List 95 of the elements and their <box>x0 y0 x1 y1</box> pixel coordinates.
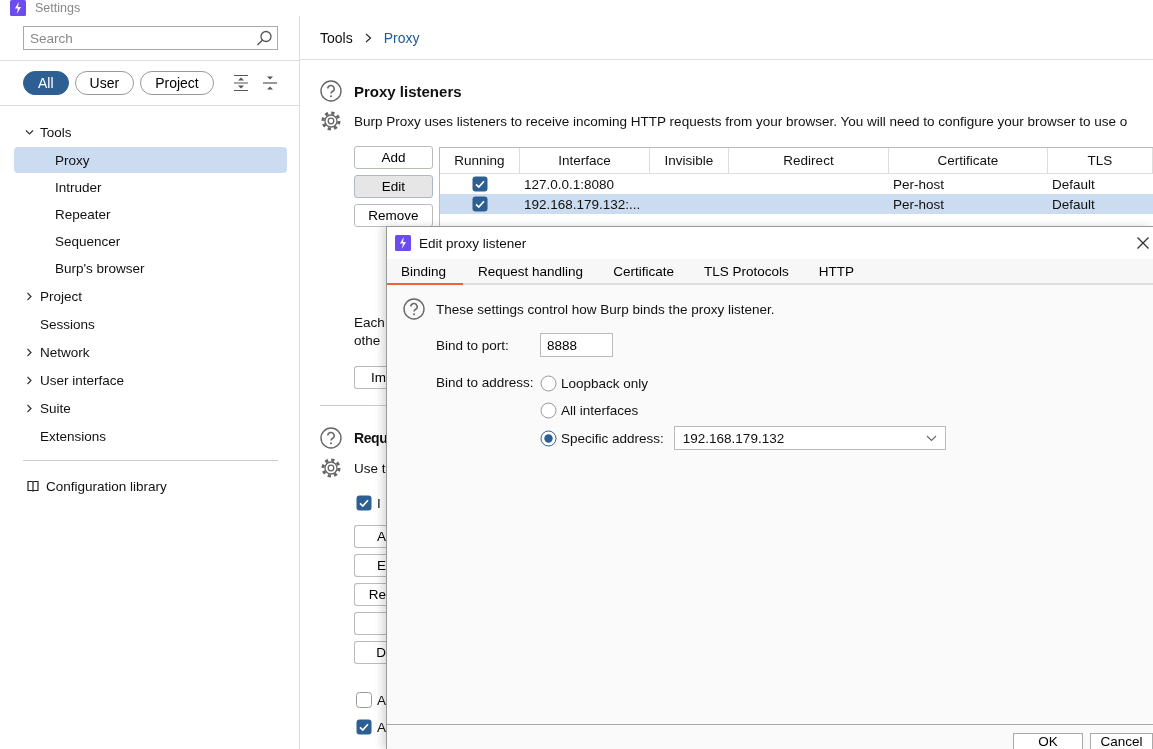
chevron-right-icon[interactable] <box>25 347 34 357</box>
checkbox[interactable] <box>356 692 372 708</box>
section-description: Use t <box>354 460 386 476</box>
rule-button[interactable] <box>354 612 387 635</box>
radio-label[interactable]: Loopback only <box>561 375 649 391</box>
help-icon[interactable] <box>403 298 425 320</box>
column-header: Invisible <box>650 148 729 173</box>
tree-item[interactable]: Intruder <box>14 174 287 200</box>
book-icon <box>27 480 39 492</box>
listener-button[interactable]: Edit <box>354 175 433 198</box>
tab[interactable]: Binding <box>387 259 464 285</box>
tree-item[interactable]: Sessions <box>40 316 95 332</box>
library-link[interactable]: Configuration library <box>46 478 167 494</box>
tab[interactable]: Certificate <box>598 259 689 285</box>
note-text: othe <box>354 332 381 350</box>
rule-button[interactable]: E <box>354 554 387 577</box>
field-label: Bind to address: <box>436 374 535 392</box>
close-icon[interactable] <box>1136 236 1150 250</box>
tab[interactable]: Request handling <box>463 259 599 285</box>
tab[interactable]: HTTP <box>803 259 869 285</box>
tree-item[interactable]: Proxy <box>14 147 287 173</box>
app-logo-icon <box>10 0 26 16</box>
chevron-right-icon[interactable] <box>25 375 34 385</box>
column-header: Certificate <box>889 148 1048 173</box>
filter-pill[interactable]: Project <box>140 71 214 95</box>
table-cell-text: Per-host <box>892 176 946 192</box>
chevron-down-icon <box>925 434 937 442</box>
chevron-right-icon[interactable] <box>25 291 34 301</box>
settings-icon[interactable] <box>320 110 342 132</box>
tree-item[interactable]: Burp's browser <box>14 255 287 281</box>
chevron-down-icon[interactable] <box>25 127 34 137</box>
table-cell-text: Default <box>1051 196 1096 212</box>
dialog-button[interactable]: OK <box>1013 733 1083 749</box>
tree-item[interactable]: Network <box>40 344 90 360</box>
radio-button[interactable] <box>540 429 557 447</box>
radio-label[interactable]: All interfaces <box>561 402 639 418</box>
listener-button[interactable]: Remove <box>354 204 433 227</box>
column-header: Running <box>440 148 520 173</box>
import-button[interactable]: Im <box>354 366 387 389</box>
column-header: Redirect <box>729 148 889 173</box>
breadcrumb-item[interactable]: Tools <box>320 29 353 46</box>
tree-item[interactable]: Repeater <box>14 201 287 227</box>
search-field[interactable]: Search <box>23 26 278 50</box>
settings-icon[interactable] <box>320 457 342 479</box>
address-dropdown[interactable]: 192.168.179.132 <box>673 426 946 450</box>
help-icon[interactable] <box>320 80 342 102</box>
tree-item[interactable]: Suite <box>40 400 71 416</box>
radio-button[interactable] <box>540 401 557 419</box>
filter-pill[interactable]: User <box>74 71 135 95</box>
table-cell-text: 192.168.179.132:... <box>523 196 642 212</box>
tab[interactable]: TLS Protocols <box>688 259 804 285</box>
filter-pill[interactable]: All <box>23 71 69 95</box>
table-row[interactable]: 127.0.0.1:8080 Per-host Default <box>440 174 1153 194</box>
table-cell-text: 127.0.0.1:8080 <box>523 176 616 192</box>
table-row[interactable]: 192.168.179.132:... Per-host Default <box>440 194 1153 214</box>
section-description: Burp Proxy uses listeners to receive incoming HTTP requests from your browser. You will need to configure your browser to use o <box>354 113 1128 129</box>
dialog-title: Edit proxy listener <box>419 235 527 251</box>
rule-button[interactable]: A <box>354 525 387 548</box>
chevron-right-icon[interactable] <box>25 403 34 413</box>
expand-all-icon[interactable] <box>233 74 249 92</box>
checkbox-label: A <box>377 692 386 708</box>
checkbox[interactable] <box>356 719 372 735</box>
tree-item[interactable]: Sequencer <box>14 228 287 254</box>
app-logo-icon <box>395 235 411 251</box>
checkbox[interactable] <box>472 176 488 192</box>
table-cell-text: Default <box>1051 176 1096 192</box>
collapse-all-icon[interactable] <box>262 74 278 92</box>
checkbox-label: I <box>377 495 381 511</box>
section-title: Proxy listeners <box>354 82 462 100</box>
checkbox[interactable] <box>472 196 488 212</box>
listener-button[interactable]: Add <box>354 146 433 169</box>
help-text: These settings control how Burp binds the proxy listener. <box>436 301 775 317</box>
rule-button[interactable]: D <box>354 641 387 664</box>
note-text: Each <box>354 314 385 332</box>
table-cell-text: Per-host <box>892 196 946 212</box>
tree-item[interactable]: Project <box>40 288 83 304</box>
breadcrumb-current[interactable]: Proxy <box>383 29 420 46</box>
section-title: Requ <box>354 430 388 446</box>
radio-label[interactable]: Specific address: <box>561 430 664 446</box>
search-icon <box>256 30 272 46</box>
help-icon[interactable] <box>320 427 342 449</box>
rule-button[interactable]: Re <box>354 583 387 606</box>
radio-button[interactable] <box>540 374 557 392</box>
checkbox-label: A <box>377 719 386 735</box>
port-field[interactable]: 8888 <box>540 333 613 357</box>
column-header: TLS <box>1048 148 1153 173</box>
tree-item[interactable]: Extensions <box>40 428 107 444</box>
dialog-button[interactable]: Cancel <box>1090 733 1153 749</box>
tree-item[interactable]: Tools <box>40 124 72 140</box>
window-title: Settings <box>35 1 81 15</box>
column-header: Interface <box>520 148 650 173</box>
field-label: Bind to port: <box>436 337 510 353</box>
chevron-right-icon <box>364 32 372 43</box>
tree-item[interactable]: User interface <box>40 372 125 388</box>
checkbox[interactable] <box>356 495 372 511</box>
